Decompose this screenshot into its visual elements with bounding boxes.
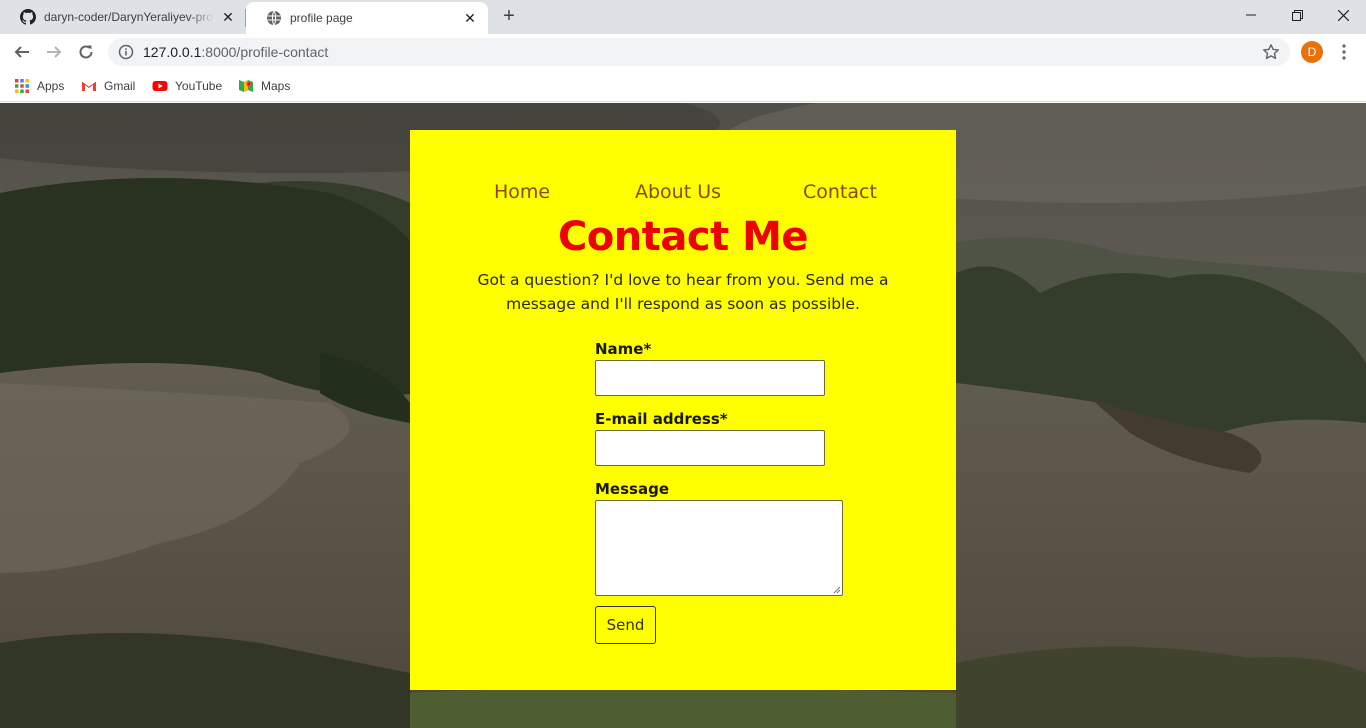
message-textarea[interactable] bbox=[595, 500, 843, 596]
close-icon bbox=[1337, 9, 1349, 21]
url-host: 127.0.0.1 bbox=[143, 44, 202, 60]
bookmark-star-icon[interactable] bbox=[1262, 43, 1280, 61]
youtube-icon bbox=[152, 81, 168, 91]
page-title: Contact Me bbox=[557, 214, 809, 260]
bookmarks-bar: Apps Gmail YouTube Maps bbox=[0, 70, 1366, 102]
tab-strip: daryn-coder/DarynYeraliyev-profile ✕ pro… bbox=[0, 0, 1366, 34]
tab-profile-page[interactable]: profile page ✕ bbox=[246, 2, 488, 34]
bookmark-gmail[interactable]: Gmail bbox=[81, 76, 135, 96]
profile-avatar[interactable]: D bbox=[1301, 41, 1323, 63]
arrow-left-icon bbox=[14, 46, 29, 58]
tab-title: daryn-coder/DarynYeraliyev-profile bbox=[44, 10, 214, 24]
page-viewport: Home About Us Contact Contact Me Got a q… bbox=[0, 103, 1366, 728]
url-text: 127.0.0.1:8000/profile-contact bbox=[143, 44, 328, 60]
email-label: E-mail address* bbox=[595, 410, 728, 428]
bookmark-label: Apps bbox=[37, 79, 65, 93]
minimize-icon bbox=[1246, 14, 1256, 16]
close-icon[interactable]: ✕ bbox=[462, 10, 478, 26]
url-path: :8000/profile-contact bbox=[201, 44, 329, 60]
browser-toolbar: 127.0.0.1:8000/profile-contact D bbox=[0, 34, 1366, 70]
email-field[interactable] bbox=[595, 430, 825, 466]
menu-button[interactable] bbox=[1334, 42, 1354, 62]
window-close-button[interactable] bbox=[1320, 0, 1366, 30]
close-icon[interactable]: ✕ bbox=[220, 9, 236, 25]
main-nav: Home About Us Contact bbox=[410, 181, 956, 205]
maps-icon bbox=[239, 80, 253, 92]
bookmark-label: Gmail bbox=[104, 79, 136, 93]
name-field[interactable] bbox=[595, 360, 825, 396]
nav-link-home[interactable]: Home bbox=[494, 181, 550, 203]
apps-grid-icon bbox=[15, 79, 29, 93]
nav-link-about-us[interactable]: About Us bbox=[635, 181, 721, 203]
restore-icon bbox=[1291, 9, 1303, 21]
tab-github[interactable]: daryn-coder/DarynYeraliyev-profile ✕ bbox=[0, 0, 246, 34]
minimize-button[interactable] bbox=[1228, 0, 1274, 30]
intro-text: Got a question? I'd love to hear from yo… bbox=[477, 271, 889, 313]
reload-button[interactable] bbox=[72, 38, 100, 66]
tab-title: profile page bbox=[290, 11, 353, 25]
github-icon bbox=[20, 9, 36, 25]
name-label: Name* bbox=[595, 340, 652, 358]
bookmark-maps[interactable]: Maps bbox=[238, 76, 290, 96]
resize-handle-icon[interactable] bbox=[832, 585, 841, 594]
bookmark-label: Maps bbox=[261, 79, 291, 93]
bookmark-youtube[interactable]: YouTube bbox=[152, 76, 222, 96]
restore-button[interactable] bbox=[1274, 0, 1320, 30]
bookmark-label: YouTube bbox=[175, 79, 223, 93]
contact-card: Home About Us Contact Contact Me Got a q… bbox=[410, 130, 956, 690]
arrow-right-icon bbox=[47, 46, 62, 58]
more-vert-icon bbox=[1342, 44, 1346, 60]
gmail-icon bbox=[81, 81, 97, 91]
bookmark-apps[interactable]: Apps bbox=[14, 76, 64, 96]
globe-icon bbox=[267, 10, 281, 26]
address-bar[interactable]: 127.0.0.1:8000/profile-contact bbox=[108, 38, 1290, 66]
nav-link-contact[interactable]: Contact bbox=[803, 181, 877, 203]
message-label: Message bbox=[595, 480, 669, 498]
reload-icon bbox=[79, 45, 93, 59]
forward-button[interactable] bbox=[40, 38, 68, 66]
back-button[interactable] bbox=[8, 38, 36, 66]
new-tab-button[interactable]: + bbox=[497, 5, 521, 29]
info-icon[interactable] bbox=[118, 44, 134, 60]
send-button[interactable]: Send bbox=[595, 606, 656, 644]
